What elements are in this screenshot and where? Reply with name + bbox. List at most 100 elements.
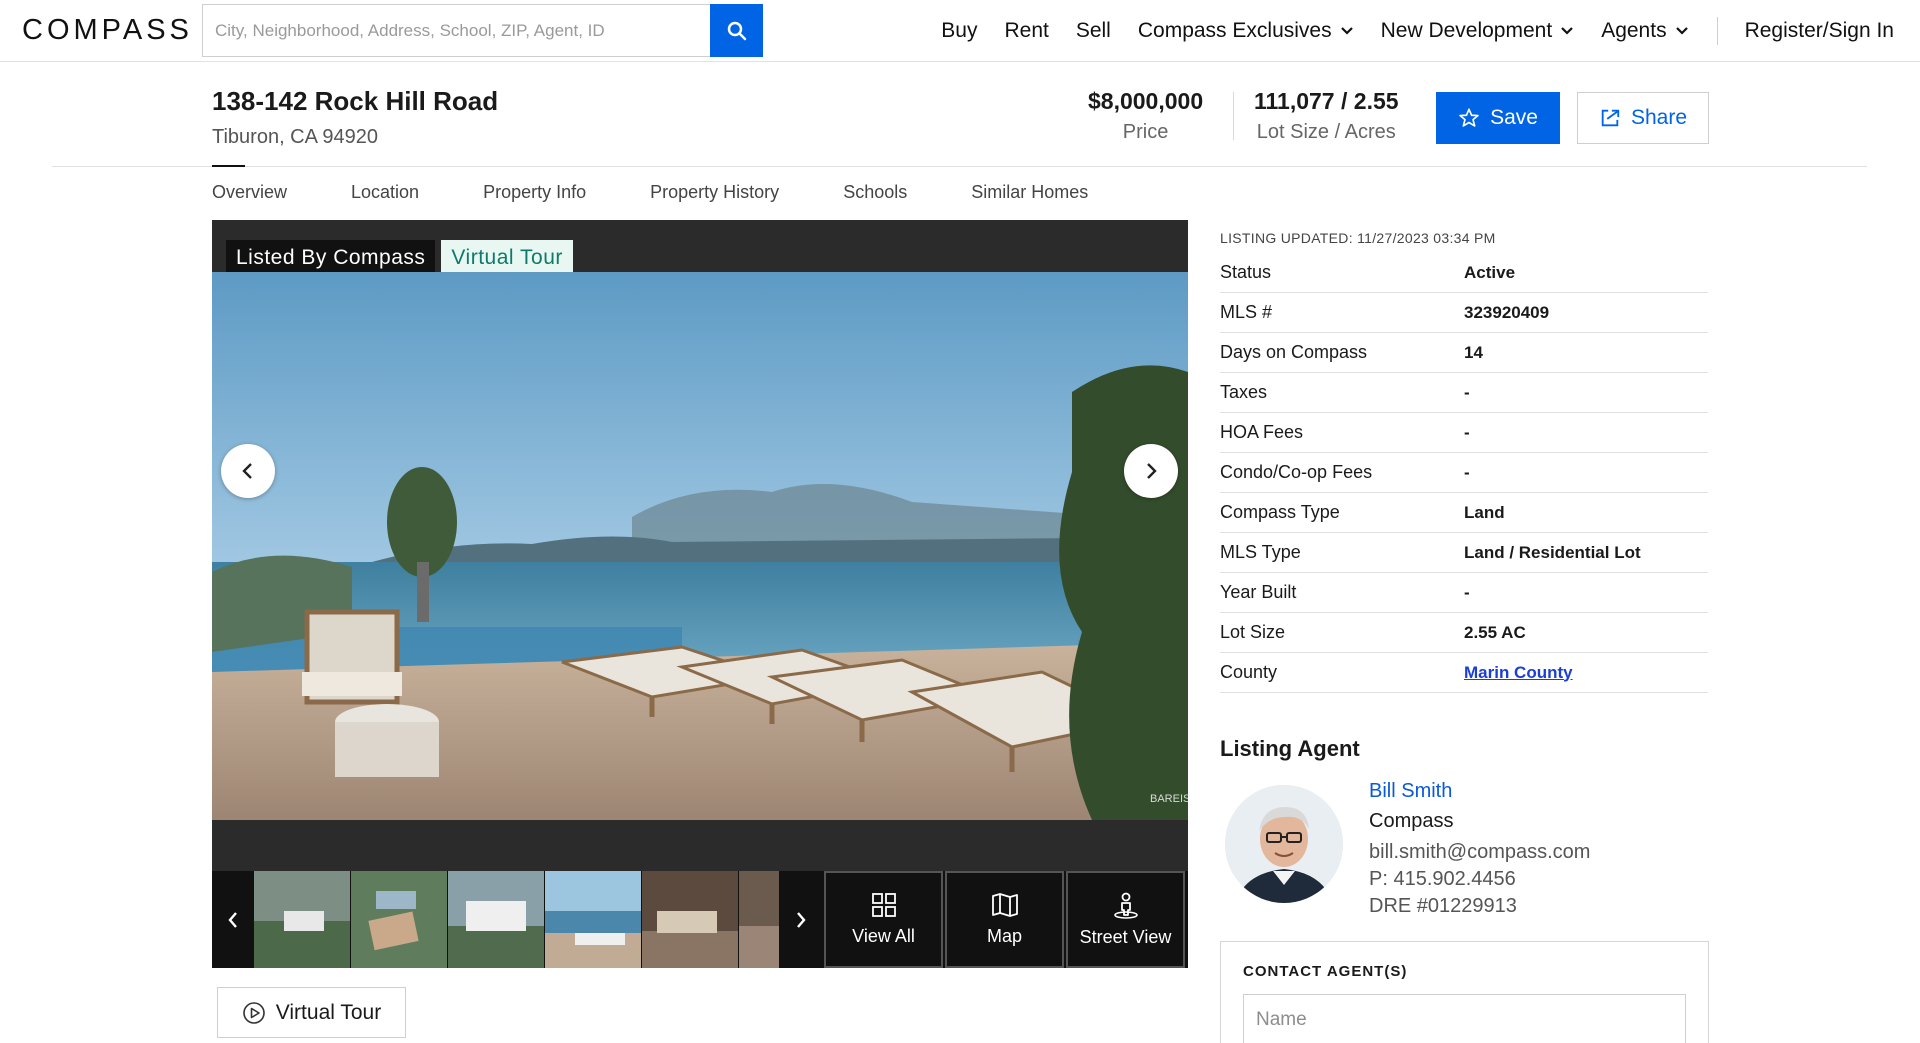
thumbnail[interactable] (642, 871, 738, 968)
thumbnail[interactable] (545, 871, 641, 968)
county-link[interactable]: Marin County (1464, 663, 1573, 683)
table-row: Condo/Co-op Fees - (1220, 453, 1708, 493)
street-view-button[interactable]: Street View (1066, 871, 1185, 968)
lot-stat: 111,077 / 2.55 Lot Size / Acres (1254, 88, 1399, 144)
table-row: HOA Fees - (1220, 413, 1708, 453)
table-row: County Marin County (1220, 653, 1708, 693)
agent-phone[interactable]: P: 415.902.4456 (1369, 868, 1516, 891)
chevron-right-icon (1147, 463, 1157, 479)
name-field[interactable] (1243, 994, 1686, 1043)
detail-key: Lot Size (1220, 622, 1286, 642)
detail-value: Active (1464, 262, 1516, 282)
detail-key: MLS # (1220, 302, 1273, 322)
grid-icon (871, 893, 896, 917)
virtual-tour-button[interactable]: Virtual Tour (217, 987, 406, 1038)
virtual-tour-tag[interactable]: Virtual Tour (441, 240, 573, 274)
tab-overview[interactable]: Overview (212, 182, 287, 203)
thumbs-prev-button[interactable] (212, 871, 254, 968)
table-row: Status Active (1220, 253, 1708, 293)
map-button[interactable]: Map (945, 871, 1064, 968)
table-row: MLS Type Land / Residential Lot (1220, 533, 1708, 573)
listing-updated: LISTING UPDATED: 11/27/2023 03:34 PM (1220, 230, 1496, 246)
street-view-label: Street View (1079, 927, 1172, 947)
tab-property-info[interactable]: Property Info (483, 182, 586, 203)
price-stat: $8,000,000 Price (1088, 88, 1203, 144)
thumbs-next-button[interactable] (780, 871, 822, 968)
share-button-label: Share (1630, 106, 1688, 129)
tab-schools[interactable]: Schools (843, 182, 907, 203)
search-icon (727, 21, 746, 40)
detail-value: Land / Residential Lot (1464, 542, 1641, 562)
agent-email[interactable]: bill.smith@compass.com (1369, 841, 1590, 864)
detail-key: Condo/Co-op Fees (1220, 462, 1373, 482)
detail-value: - (1464, 422, 1470, 442)
agent-dre: DRE #01229913 (1369, 895, 1517, 917)
detail-key: Year Built (1220, 582, 1297, 602)
street-view-icon (1113, 892, 1138, 919)
gallery-tags: Listed By Compass Virtual Tour (226, 240, 573, 274)
listed-by-tag: Listed By Compass (226, 240, 436, 274)
table-row: MLS # 323920409 (1220, 293, 1708, 333)
save-button-label: Save (1490, 106, 1538, 129)
save-button[interactable]: Save (1436, 92, 1560, 144)
header-divider (52, 166, 1867, 167)
tab-location[interactable]: Location (351, 182, 419, 203)
table-row: Compass Type Land (1220, 493, 1708, 533)
table-row: Days on Compass 14 (1220, 333, 1708, 373)
detail-value: 14 (1464, 342, 1483, 362)
nav-sell[interactable]: Sell (1076, 19, 1111, 43)
search-input[interactable] (203, 5, 710, 56)
nav-agents[interactable]: Agents (1601, 19, 1688, 43)
table-row: Taxes - (1220, 373, 1708, 413)
thumbnail[interactable] (351, 871, 447, 968)
map-label: Map (986, 926, 1022, 946)
chevron-right-icon (797, 911, 806, 928)
view-all-button[interactable]: View All (824, 871, 943, 968)
price-label: Price (1122, 121, 1169, 143)
detail-value: - (1464, 462, 1470, 482)
detail-key: Status (1220, 262, 1272, 282)
thumbnail[interactable] (739, 871, 779, 968)
thumbnail-strip: View All Map Street View (212, 871, 1188, 968)
detail-key: HOA Fees (1220, 422, 1304, 442)
tab-similar-homes[interactable]: Similar Homes (971, 182, 1088, 203)
search-button[interactable] (710, 4, 763, 57)
photo-next-button[interactable] (1124, 444, 1178, 498)
virtual-tour-button-label: Virtual Tour (275, 1000, 382, 1024)
detail-key: MLS Type (1220, 542, 1301, 562)
nav-new-development[interactable]: New Development (1381, 19, 1575, 43)
photo-gallery: Listed By Compass Virtual Tour BAREIS Vi… (212, 220, 1188, 968)
price-value: $8,000,000 (1088, 88, 1204, 114)
play-circle-icon (242, 1001, 265, 1024)
compass-logo[interactable]: COMPASS (22, 14, 193, 47)
table-row: Year Built - (1220, 573, 1708, 613)
mls-watermark: BAREIS MLS (1150, 793, 1188, 805)
nav-rent[interactable]: Rent (1004, 19, 1048, 43)
share-button[interactable]: Share (1577, 92, 1709, 144)
agent-avatar[interactable] (1225, 785, 1343, 903)
chevron-down-icon (1340, 26, 1354, 36)
contact-agent-form: CONTACT AGENT(S) (1220, 941, 1709, 1043)
property-city: Tiburon, CA 94920 (212, 126, 379, 148)
listing-agent-heading: Listing Agent (1220, 736, 1360, 761)
property-address: 138-142 Rock Hill Road (212, 86, 499, 116)
chevron-left-icon (228, 911, 237, 928)
detail-key: Compass Type (1220, 502, 1340, 522)
thumbnail[interactable] (448, 871, 544, 968)
main-photo[interactable]: BAREIS MLS (212, 272, 1188, 820)
detail-key: County (1220, 662, 1278, 682)
view-all-label: View All (852, 926, 915, 946)
detail-value: Land (1464, 502, 1505, 522)
thumbnail[interactable] (254, 871, 350, 968)
nav-compass-exclusives[interactable]: Compass Exclusives (1138, 19, 1354, 43)
nav-register-signin[interactable]: Register/Sign In (1745, 19, 1894, 43)
detail-value: 323920409 (1464, 302, 1550, 322)
listing-details-table: Status Active MLS # 323920409 Days on Comp… (1220, 253, 1708, 693)
map-icon (991, 893, 1018, 917)
lot-label: Lot Size / Acres (1256, 121, 1396, 143)
tab-property-history[interactable]: Property History (650, 182, 779, 203)
top-nav: COMPASS Buy Rent Sell Compass Exclusives… (0, 0, 1920, 62)
nav-buy[interactable]: Buy (941, 19, 977, 43)
photo-prev-button[interactable] (221, 444, 275, 498)
agent-name-link[interactable]: Bill Smith (1369, 780, 1452, 803)
